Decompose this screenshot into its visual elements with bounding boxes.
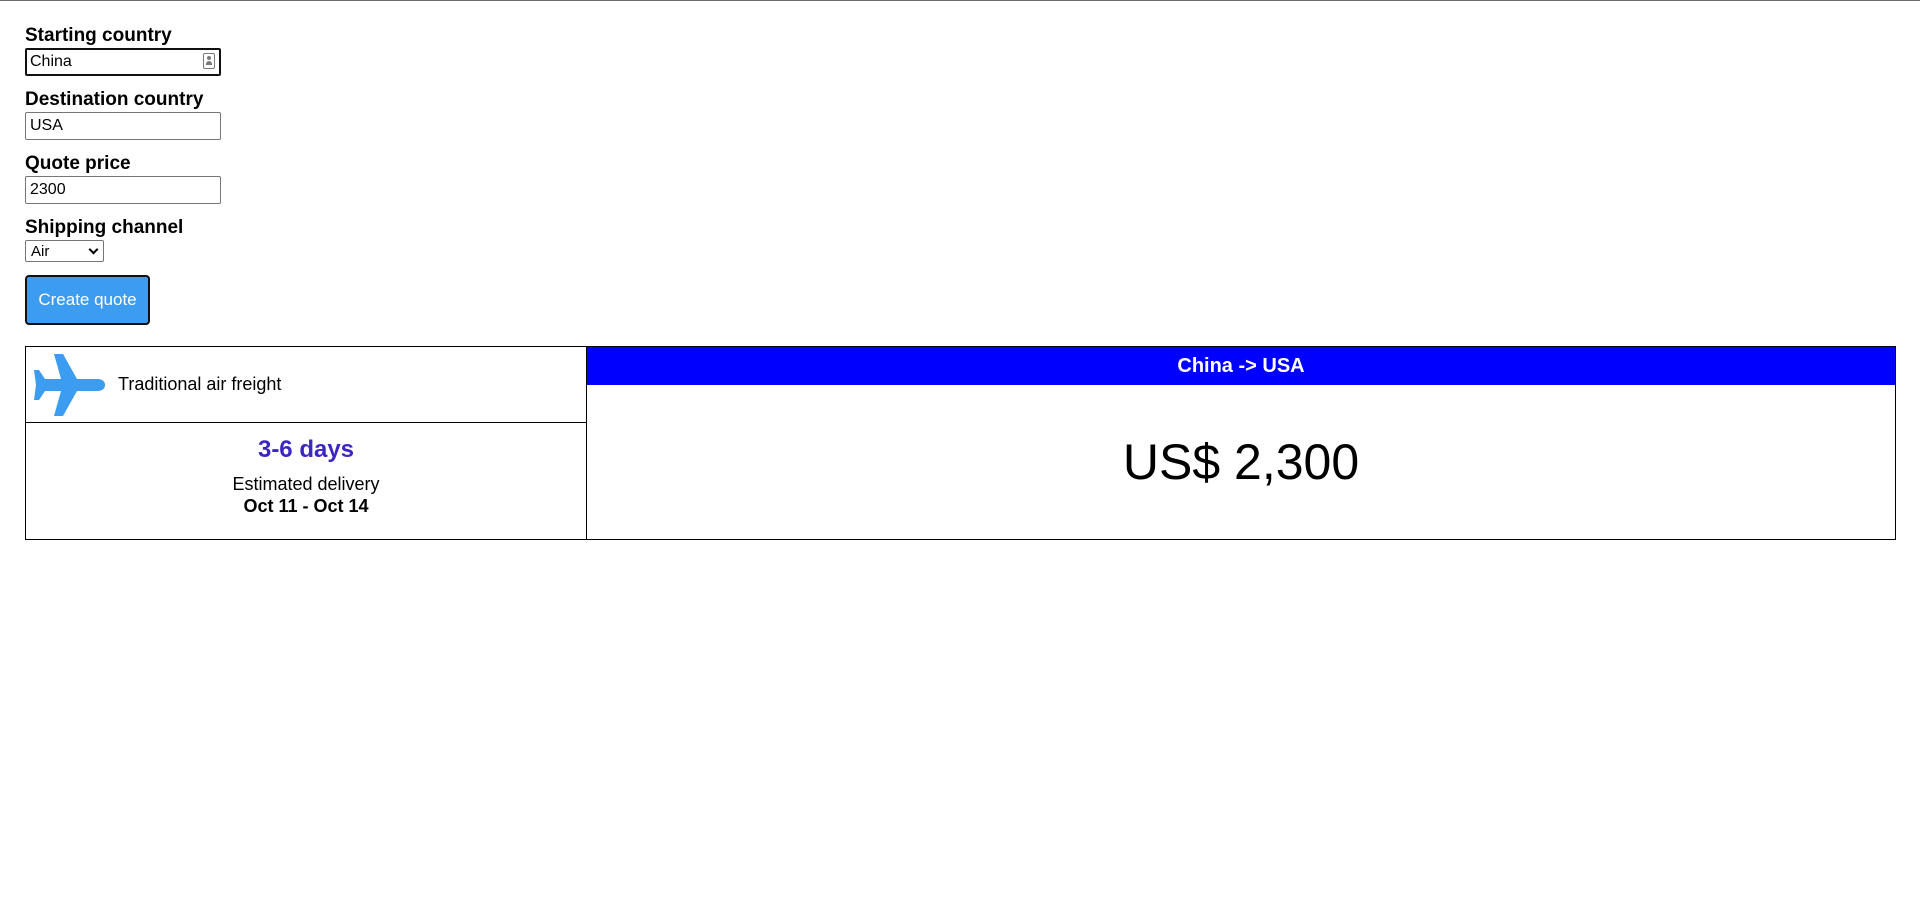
shipping-channel-label: Shipping channel	[25, 217, 184, 238]
destination-country-input[interactable]	[25, 112, 221, 140]
quote-card-summary: China -> USA US$ 2,300	[587, 347, 1895, 539]
starting-country-input[interactable]	[25, 48, 221, 76]
quote-price-group: Quote price	[25, 154, 221, 204]
starting-country-label: Starting country	[25, 25, 172, 46]
chevron-down-icon	[88, 244, 99, 255]
quote-price-label: Quote price	[25, 153, 131, 174]
transit-time: 3-6 days	[257, 436, 355, 463]
shipping-channel-group: Shipping channel Air	[25, 218, 221, 262]
airplane-icon	[34, 353, 105, 416]
delivery-info: 3-6 days Estimated delivery Oct 11 - Oct…	[26, 423, 586, 539]
shipping-channel-value: Air	[31, 243, 50, 260]
quote-price-display: US$ 2,300	[1122, 434, 1360, 490]
estimated-delivery-label: Estimated delivery	[232, 474, 380, 494]
destination-country-label: Destination country	[25, 89, 204, 110]
quote-card: Traditional air freight 3-6 days Estimat…	[25, 346, 1896, 540]
quote-card-details: Traditional air freight 3-6 days Estimat…	[26, 347, 587, 539]
contact-autofill-icon[interactable]	[203, 53, 215, 69]
starting-country-wrapper	[25, 48, 221, 76]
top-border	[0, 0, 1920, 1]
starting-country-group: Starting country	[25, 26, 221, 76]
destination-country-group: Destination country	[25, 90, 221, 140]
shipping-channel-select[interactable]: Air	[25, 240, 104, 262]
quote-form: Starting country Destination country Quo…	[25, 26, 221, 325]
route-header: China -> USA	[587, 347, 1895, 385]
channel-name: Traditional air freight	[118, 374, 282, 394]
delivery-date-range: Oct 11 - Oct 14	[243, 496, 369, 516]
quote-price-input[interactable]	[25, 176, 221, 204]
channel-row: Traditional air freight	[26, 347, 586, 423]
create-quote-button[interactable]: Create quote	[25, 275, 150, 325]
